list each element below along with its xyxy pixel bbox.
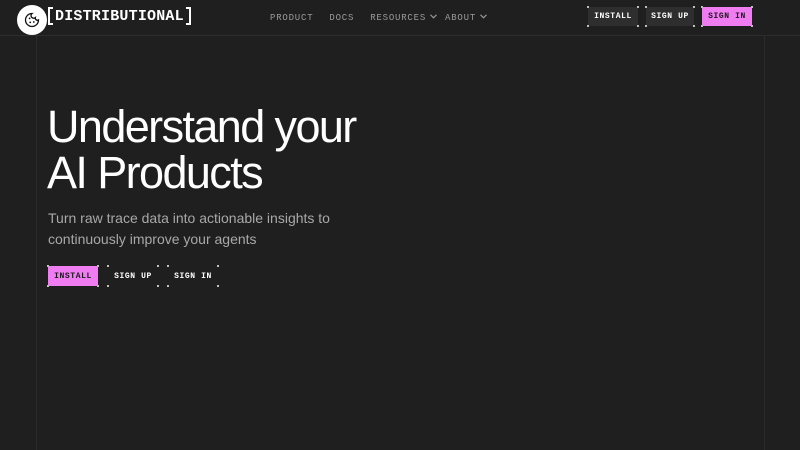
corner-dot — [645, 25, 647, 27]
corner-dot — [47, 265, 49, 267]
corner-dot — [167, 265, 169, 267]
corner-dot — [217, 265, 219, 267]
hero-sign-in-label: SIGN IN — [174, 271, 212, 281]
corner-dot — [637, 25, 639, 27]
corner-dot — [693, 6, 695, 8]
cookie-icon[interactable] — [17, 5, 47, 35]
corner-dot — [107, 265, 109, 267]
site-header: DISTRIBUTIONAL PRODUCT DOCS RESOURCES AB… — [0, 0, 800, 36]
hero-subtitle: Turn raw trace data into actionable insi… — [48, 208, 378, 250]
corner-dot — [645, 6, 647, 8]
nav-resources[interactable]: RESOURCES — [370, 13, 437, 23]
landing-page: DISTRIBUTIONAL PRODUCT DOCS RESOURCES AB… — [0, 0, 800, 450]
corner-dot — [587, 6, 589, 8]
hero-sign-up-button[interactable]: SIGN UP — [107, 265, 159, 287]
corner-dot — [693, 25, 695, 27]
corner-dot — [157, 265, 159, 267]
header-sign-up-button[interactable]: SIGN UP — [645, 6, 695, 27]
header-sign-in-button[interactable]: SIGN IN — [701, 6, 753, 27]
corner-dot — [97, 285, 99, 287]
corner-dot — [107, 285, 109, 287]
hero-subtitle-line-2: continuously improve your agents — [48, 231, 257, 247]
brand-logo[interactable]: DISTRIBUTIONAL — [48, 7, 191, 25]
brand-name: DISTRIBUTIONAL — [55, 7, 184, 25]
nav-docs[interactable]: DOCS — [329, 13, 354, 23]
chevron-down-icon — [430, 14, 437, 22]
header-install-label: INSTALL — [594, 12, 632, 21]
logo-bracket-right — [185, 7, 191, 25]
cookie-icon-glyph — [24, 12, 40, 28]
nav-resources-label: RESOURCES — [370, 13, 427, 23]
corner-dot — [97, 265, 99, 267]
nav-product-label: PRODUCT — [270, 13, 314, 23]
hero-title-line-2: AI Products — [47, 147, 264, 198]
main-nav: PRODUCT DOCS RESOURCES ABOUT — [268, 0, 487, 36]
corner-dot — [157, 285, 159, 287]
nav-about[interactable]: ABOUT — [445, 13, 487, 23]
hero-sign-in-button[interactable]: SIGN IN — [167, 265, 219, 287]
header-sign-up-label: SIGN UP — [651, 12, 689, 21]
corner-dot — [167, 285, 169, 287]
chevron-down-icon — [480, 14, 487, 22]
corner-dot — [701, 6, 703, 8]
corner-dot — [217, 285, 219, 287]
logo-bracket-left — [48, 7, 53, 25]
header-install-button[interactable]: INSTALL — [587, 6, 639, 27]
corner-dot — [587, 25, 589, 27]
hero-sign-up-label: SIGN UP — [114, 271, 152, 281]
hero-title: Understand your AI Products — [47, 104, 467, 196]
corner-dot — [701, 25, 703, 27]
right-guide-line — [764, 36, 765, 450]
corner-dot — [751, 25, 753, 27]
corner-dot — [47, 285, 49, 287]
nav-docs-label: DOCS — [329, 13, 355, 23]
nav-product[interactable]: PRODUCT — [270, 13, 313, 23]
left-guide-line — [36, 36, 37, 450]
hero-title-line-1: Understand your — [47, 101, 357, 152]
header-sign-in-label: SIGN IN — [708, 12, 746, 21]
nav-about-label: ABOUT — [445, 13, 477, 23]
hero-install-button[interactable]: INSTALL — [47, 265, 99, 287]
corner-dot — [751, 6, 753, 8]
hero-install-label: INSTALL — [54, 271, 92, 281]
corner-dot — [637, 6, 639, 8]
hero-subtitle-line-1: Turn raw trace data into actionable insi… — [48, 210, 330, 226]
